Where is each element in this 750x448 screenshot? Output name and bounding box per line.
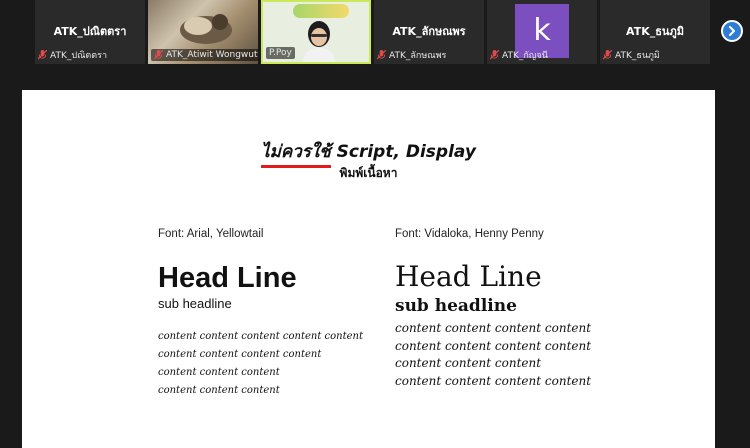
video-feed-cat [180,14,232,44]
participant-tile[interactable]: k ATK_กัญจนี [487,0,597,64]
mic-muted-icon [38,50,47,60]
right-subheadline: sub headline [395,296,517,316]
next-page-button[interactable] [721,20,743,42]
content-line: content content content content [158,349,322,360]
slide-subtitle: พิมพ์เนื้อหา [339,166,398,180]
mic-muted-icon [154,50,163,60]
participant-label-text: ATK_ธนภูมิ [615,51,660,61]
mic-muted-icon [377,50,386,60]
slide-title: ไม่ควรใช้ Script, Display [22,138,715,168]
left-headline: Head Line [158,262,297,294]
participant-tile[interactable]: ATK_ธนภูมิ ATK_ธนภูมิ [600,0,710,64]
participant-tile[interactable]: ATK_ลักษณพร ATK_ลักษณพร [374,0,484,64]
participant-name-large: ATK_ธนภูมิ [626,25,684,38]
chevron-right-icon [729,26,735,36]
left-font-label: Font: Arial, Yellowtail [158,228,264,240]
participant-label: P.Poy [266,47,295,59]
mic-muted-icon [490,50,499,60]
content-line: content content content content [395,321,592,335]
video-feed-person [303,21,335,62]
participant-tile[interactable]: ATK_ปณิตตรา ATK_ปณิตตรา [35,0,145,64]
content-line: content content content [395,356,542,370]
participant-label-text: ATK_ปณิตตรา [50,51,107,61]
slide-title-underlined: ไม่ควรใช้ [261,138,331,168]
content-line: content content content content [395,373,592,388]
mic-muted-icon [603,50,612,60]
participant-label: ATK_ธนภูมิ [603,49,660,61]
content-line: content content content content content [158,331,363,342]
content-line: content content content [158,385,280,396]
participant-label: ATK_ลักษณพร [377,49,446,61]
participant-strip: ATK_ปณิตตรา ATK_ปณิตตรา ATK_Atiwit Wongw… [0,0,750,64]
content-line: content content content [158,367,280,378]
participant-name-large: ATK_ลักษณพร [392,25,466,38]
participant-label: ATK_ปณิตตรา [38,49,107,61]
participant-tile-presenter[interactable]: P.Poy [261,0,371,64]
shared-screen: ไม่ควรใช้ Script, Display พิมพ์เนื้อหา F… [0,64,750,448]
participant-label: ATK_Atiwit Wongwutt... [151,49,258,61]
left-subheadline: sub headline [158,296,232,311]
participant-name-large: ATK_ปณิตตรา [53,25,127,38]
left-content-block: content content content content content … [158,328,363,400]
content-line: content content content content [395,338,592,353]
participant-label: ATK_กัญจนี [490,49,548,61]
slide-title-rest: Script, Display [330,142,476,162]
right-font-label: Font: Vidaloka, Henny Penny [395,228,544,240]
participant-label-text: ATK_ลักษณพร [389,51,447,61]
right-headline: Head Line [395,260,542,293]
presentation-slide: ไม่ควรใช้ Script, Display พิมพ์เนื้อหา F… [22,90,715,448]
participant-label-text: ATK_กัญจนี [502,51,548,61]
right-content-block: content content content content content … [395,320,591,390]
participant-label-text: P.Poy [269,48,292,58]
participant-tile[interactable]: ATK_Atiwit Wongwutt... [148,0,258,64]
participant-label-text: ATK_Atiwit Wongwutt... [166,50,258,60]
